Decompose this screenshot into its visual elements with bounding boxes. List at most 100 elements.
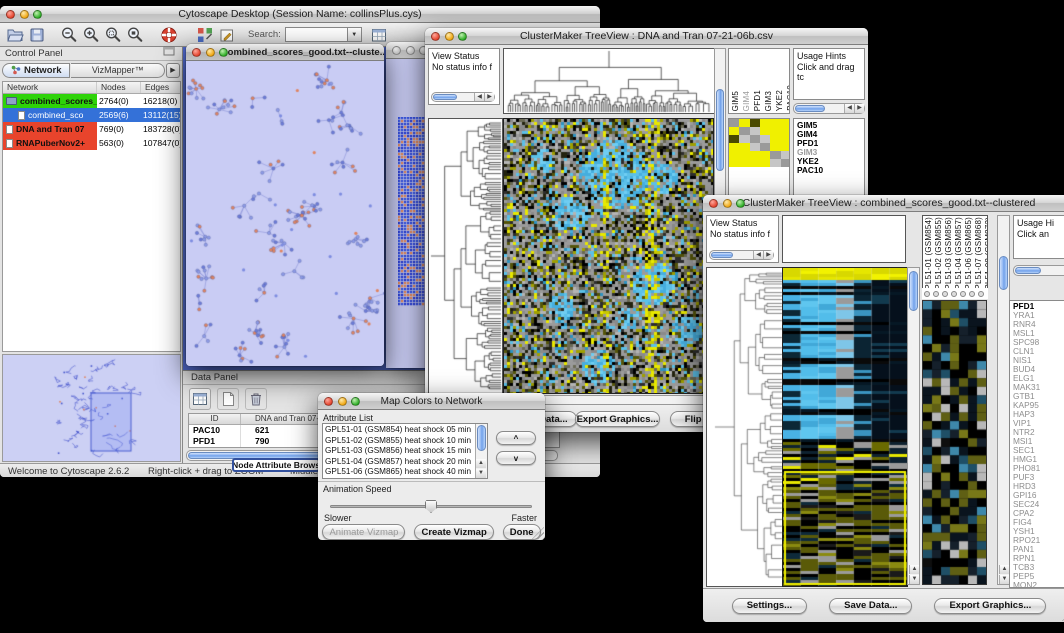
matrix-cell[interactable] <box>739 135 749 143</box>
zoom-window-icon[interactable] <box>351 397 360 406</box>
matrix-cell[interactable] <box>781 159 790 167</box>
move-down-button[interactable]: v <box>496 451 536 465</box>
matrix-cell[interactable] <box>750 143 760 151</box>
network-canvas[interactable] <box>186 61 384 366</box>
close-icon[interactable] <box>431 32 440 41</box>
heatmap-vscrollbar[interactable]: ▲▼ <box>907 267 920 585</box>
grid-layout-network[interactable] <box>398 117 426 307</box>
matrix-cell[interactable] <box>770 135 780 143</box>
matrix-cell[interactable] <box>739 119 749 127</box>
column-label[interactable]: GPL51-07 (GSM868) <box>974 217 983 296</box>
global-heatmap[interactable] <box>503 118 714 394</box>
data-col-id[interactable]: ID <box>189 414 241 424</box>
attribute-list-item[interactable]: GPL51-03 (GSM856) heat shock 15 min <box>325 446 485 457</box>
column-label[interactable]: GIM3 <box>764 91 773 111</box>
matrix-cell[interactable] <box>760 135 770 143</box>
network-col-network[interactable]: Network <box>3 82 97 93</box>
view-status-scrollbar[interactable]: ◀▶ <box>709 250 774 260</box>
minimize-icon[interactable] <box>206 48 215 57</box>
new-attribute-icon[interactable] <box>217 388 239 410</box>
animate-vizmapbutton[interactable]: Animate Vizmap <box>322 524 405 540</box>
matrix-cell[interactable] <box>770 119 780 127</box>
matrix-cell[interactable] <box>750 151 760 159</box>
row-dendrogram[interactable] <box>428 118 503 394</box>
column-label[interactable]: GIM5 <box>731 91 740 111</box>
usage-hints-scrollbar[interactable]: ◀▶ <box>793 103 865 114</box>
minimize-icon[interactable] <box>723 199 732 208</box>
matrix-cell[interactable] <box>729 143 739 151</box>
matrix-cell[interactable] <box>739 151 749 159</box>
tab-vizmapper[interactable]: VizMapper™ <box>71 63 165 78</box>
settings-button[interactable]: Settings... <box>732 598 807 614</box>
row-label[interactable]: PAC10 <box>797 166 861 175</box>
column-label[interactable]: GPL51-08 (GSM872) <box>984 217 988 296</box>
gene-label[interactable]: MON2 <box>1013 581 1064 588</box>
delete-attribute-trash-icon[interactable] <box>245 388 267 410</box>
tab-network[interactable]: Network <box>2 63 70 78</box>
matrix-cell[interactable] <box>729 119 739 127</box>
zoom-fit-icon[interactable] <box>124 24 146 46</box>
open-folder-icon[interactable] <box>4 24 26 46</box>
select-attributes-icon[interactable] <box>189 388 211 410</box>
zoom-window-icon[interactable] <box>458 32 467 41</box>
matrix-cell[interactable] <box>760 159 770 167</box>
float-panel-icon[interactable] <box>161 43 177 64</box>
back-network-titlebar[interactable] <box>386 42 430 59</box>
matrix-cell[interactable] <box>760 151 770 159</box>
matrix-cell[interactable] <box>760 127 770 135</box>
attribute-list-item[interactable]: GPL51-02 (GSM855) heat shock 10 min <box>325 436 485 447</box>
node-attribute-browser-tab[interactable]: Node Attribute Brows <box>232 458 320 472</box>
matrix-cell[interactable] <box>781 119 790 127</box>
column-label[interactable]: GIM4 <box>742 91 751 111</box>
matrix-cell[interactable] <box>750 135 760 143</box>
zoom-out-icon[interactable] <box>58 24 80 46</box>
birdseye-view[interactable] <box>2 354 181 462</box>
network-list-item[interactable]: DNA and Tran 07769(0)183728(0) <box>3 122 180 136</box>
matrix-cell[interactable] <box>729 127 739 135</box>
column-label[interactable]: YKE2 <box>775 90 784 111</box>
attribute-list-item[interactable]: GPL51-07 (GSM868) heat shock 60 min <box>325 478 485 480</box>
main-titlebar[interactable]: Cytoscape Desktop (Session Name: collins… <box>0 6 600 23</box>
global-heatmap[interactable] <box>782 267 908 587</box>
usage-hints-scrollbar[interactable] <box>1013 265 1064 276</box>
close-icon[interactable] <box>709 199 718 208</box>
matrix-cell[interactable] <box>770 143 780 151</box>
annotation-icon[interactable] <box>216 24 238 46</box>
matrix-cell[interactable] <box>781 151 790 159</box>
attribute-list-scrollbar[interactable]: ▲▼ <box>475 424 487 478</box>
close-icon[interactable] <box>192 48 201 57</box>
close-icon[interactable] <box>324 397 333 406</box>
minimize-icon[interactable] <box>20 10 29 19</box>
slider-thumb[interactable] <box>425 500 437 513</box>
matrix-cell[interactable] <box>750 127 760 135</box>
matrix-cell[interactable] <box>729 159 739 167</box>
matrix-cell[interactable] <box>770 127 780 135</box>
search-dropdown-button[interactable]: ▼ <box>347 27 362 42</box>
column-label[interactable]: GPL51-04 (GSM857) <box>954 217 963 296</box>
zoom-window-icon[interactable] <box>33 10 42 19</box>
matrix-cell[interactable] <box>781 143 790 151</box>
matrix-cell[interactable] <box>739 127 749 135</box>
network-titlebar[interactable]: combined_scores_good.txt--cluste... <box>186 44 384 61</box>
matrix-cell[interactable] <box>770 159 780 167</box>
close-icon[interactable] <box>6 10 15 19</box>
dialog-titlebar[interactable]: Map Colors to Network <box>318 393 545 410</box>
network-list-item[interactable]: combined_sco2569(6)13112(15) <box>3 108 180 122</box>
matrix-cell[interactable] <box>781 127 790 135</box>
network-list-item[interactable]: RNAPuberNov2+563(0)107847(0) <box>3 136 180 150</box>
row-dendrogram[interactable] <box>706 267 784 587</box>
view-status-scrollbar[interactable]: ◀▶ <box>431 92 495 102</box>
column-label[interactable]: PAC10 <box>786 85 790 111</box>
attribute-table-icon[interactable] <box>368 24 390 46</box>
zoom-similarity-matrix[interactable] <box>729 119 790 167</box>
network-col-edges[interactable]: Edges <box>141 82 181 93</box>
treeview2-titlebar[interactable]: ClusterMaker TreeView : combined_scores_… <box>703 195 1064 212</box>
minimize-icon[interactable] <box>338 397 347 406</box>
close-icon[interactable] <box>392 46 401 55</box>
vizmapper-shapes-icon[interactable] <box>194 24 216 46</box>
matrix-cell[interactable] <box>729 135 739 143</box>
export-graphics-button[interactable]: Export Graphics... <box>934 598 1046 614</box>
move-up-button[interactable]: ^ <box>496 431 536 445</box>
tab-overflow-button[interactable]: ▶ <box>166 63 180 78</box>
save-icon[interactable] <box>26 24 48 46</box>
